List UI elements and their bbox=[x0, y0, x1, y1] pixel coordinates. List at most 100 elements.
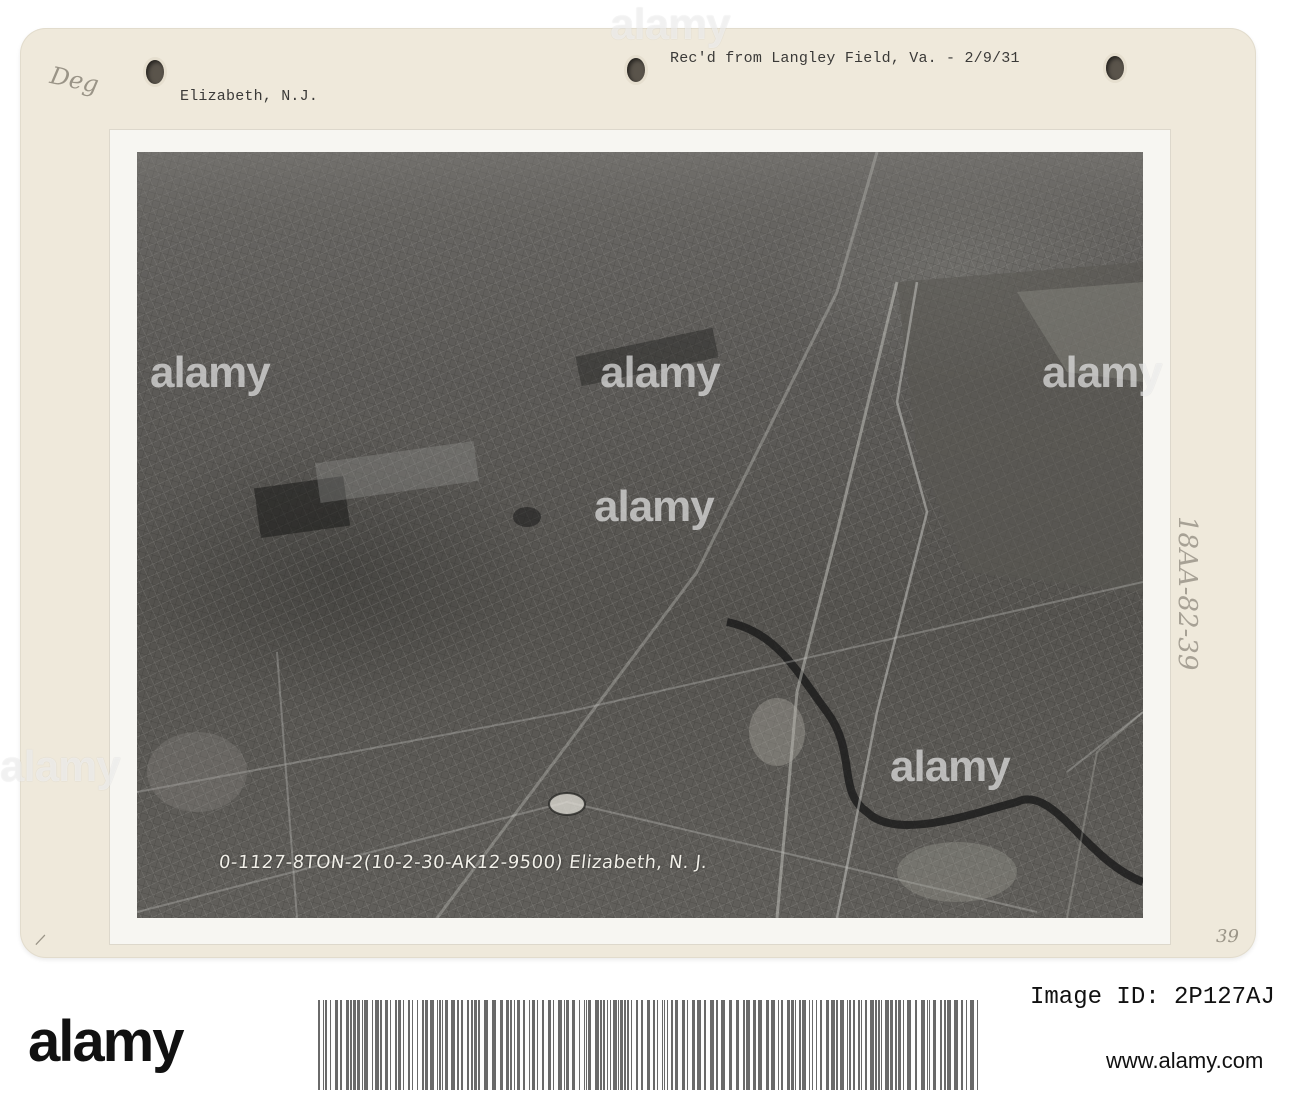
barcode-bar bbox=[915, 1000, 917, 1090]
barcode-bar bbox=[927, 1000, 928, 1090]
barcode-bar bbox=[375, 1000, 379, 1090]
barcode-bar bbox=[572, 1000, 575, 1090]
barcode-bar bbox=[566, 1000, 569, 1090]
barcode-bar bbox=[584, 1000, 585, 1090]
barcode-bar bbox=[881, 1000, 882, 1090]
barcode-bar bbox=[885, 1000, 889, 1090]
barcode-bar bbox=[398, 1000, 401, 1090]
pencil-tick-mark: \ bbox=[31, 931, 50, 948]
barcode-bar bbox=[484, 1000, 488, 1090]
barcode-bar bbox=[586, 1000, 587, 1090]
barcode-bar bbox=[849, 1000, 851, 1090]
barcode-bar bbox=[442, 1000, 443, 1090]
barcode-bar bbox=[812, 1000, 813, 1090]
barcode-bar bbox=[929, 1000, 930, 1090]
barcode-bar bbox=[595, 1000, 599, 1090]
barcode-bar bbox=[529, 1000, 530, 1090]
barcode-bar bbox=[430, 1000, 434, 1090]
barcode-bar bbox=[781, 1000, 783, 1090]
barcode-bar bbox=[445, 1000, 448, 1090]
barcode-bar bbox=[558, 1000, 562, 1090]
barcode-bar bbox=[548, 1000, 551, 1090]
barcode-bar bbox=[425, 1000, 428, 1090]
barcode-bar bbox=[736, 1000, 739, 1090]
barcode-bar bbox=[710, 1000, 714, 1090]
barcode-bar bbox=[816, 1000, 817, 1090]
barcode-bar bbox=[890, 1000, 893, 1090]
barcode-bar bbox=[461, 1000, 463, 1090]
watermark: alamy bbox=[890, 742, 1011, 791]
barcode-bar bbox=[492, 1000, 496, 1090]
watermark: alamy bbox=[1042, 348, 1163, 397]
barcode-bar bbox=[385, 1000, 388, 1090]
barcode-bar bbox=[346, 1000, 349, 1090]
barcode-bar bbox=[746, 1000, 750, 1090]
barcode-bar bbox=[514, 1000, 515, 1090]
barcode-bar bbox=[766, 1000, 769, 1090]
barcode-bar bbox=[380, 1000, 382, 1090]
punch-hole-right bbox=[1106, 56, 1124, 80]
barcode-bar bbox=[870, 1000, 874, 1090]
barcode-bar bbox=[500, 1000, 503, 1090]
barcode-bar bbox=[704, 1000, 706, 1090]
barcode-strip bbox=[318, 1000, 978, 1090]
watermark: alamy bbox=[0, 742, 121, 791]
barcode-bar bbox=[603, 1000, 605, 1090]
aerial-city-drawing bbox=[137, 152, 1143, 918]
watermark: alamy bbox=[594, 482, 715, 531]
barcode-bar bbox=[903, 1000, 904, 1090]
barcode-bar bbox=[372, 1000, 373, 1090]
barcode-bar bbox=[787, 1000, 790, 1090]
barcode-bar bbox=[478, 1000, 480, 1090]
barcode-bar bbox=[403, 1000, 404, 1090]
barcode-bar bbox=[471, 1000, 473, 1090]
barcode-bar bbox=[457, 1000, 459, 1090]
barcode-bar bbox=[350, 1000, 352, 1090]
barcode-bar bbox=[795, 1000, 796, 1090]
aerial-photograph: 0-1127-8TON-2(10-2-30-AK12-9500) Elizabe… bbox=[137, 152, 1143, 918]
barcode-bar bbox=[323, 1000, 324, 1090]
barcode-bar bbox=[325, 1000, 327, 1090]
barcode-bar bbox=[802, 1000, 806, 1090]
barcode-bar bbox=[875, 1000, 877, 1090]
barcode-bar bbox=[390, 1000, 391, 1090]
barcode-bar bbox=[517, 1000, 520, 1090]
pencil-page-number: 39 bbox=[1216, 926, 1239, 947]
barcode-bar bbox=[618, 1000, 619, 1090]
punch-hole-center bbox=[627, 58, 645, 82]
barcode-bar bbox=[947, 1000, 951, 1090]
barcode-bar bbox=[523, 1000, 525, 1090]
barcode-bar bbox=[437, 1000, 438, 1090]
footer-bar: alamy Image ID: 2P127AJ www.alamy.com bbox=[0, 978, 1300, 1114]
barcode-bar bbox=[966, 1000, 967, 1090]
barcode-bar bbox=[627, 1000, 629, 1090]
barcode-bar bbox=[716, 1000, 718, 1090]
barcode-bar bbox=[657, 1000, 658, 1090]
barcode-bar bbox=[820, 1000, 822, 1090]
barcode-bar bbox=[631, 1000, 632, 1090]
barcode-bar bbox=[624, 1000, 626, 1090]
barcode-bar bbox=[653, 1000, 655, 1090]
barcode-bar bbox=[620, 1000, 623, 1090]
barcode-bar bbox=[977, 1000, 978, 1090]
typed-location-label: Elizabeth, N.J. bbox=[180, 88, 319, 105]
barcode-bar bbox=[532, 1000, 535, 1090]
barcode-bar bbox=[895, 1000, 897, 1090]
barcode-bar bbox=[412, 1000, 413, 1090]
barcode-bar bbox=[600, 1000, 602, 1090]
barcode-bar bbox=[467, 1000, 469, 1090]
pencil-note-top-left: Deg bbox=[47, 61, 102, 99]
barcode-bar bbox=[340, 1000, 342, 1090]
photo-caption: 0-1127-8TON-2(10-2-30-AK12-9500) Elizabe… bbox=[217, 852, 709, 873]
barcode-bar bbox=[878, 1000, 880, 1090]
barcode-bar bbox=[641, 1000, 643, 1090]
barcode-bar bbox=[607, 1000, 608, 1090]
barcode-bar bbox=[729, 1000, 732, 1090]
barcode-bar bbox=[451, 1000, 455, 1090]
watermark: alamy bbox=[150, 348, 271, 397]
barcode-bar bbox=[579, 1000, 580, 1090]
barcode-bar bbox=[357, 1000, 360, 1090]
barcode-bar bbox=[564, 1000, 565, 1090]
watermark: alamy bbox=[600, 348, 721, 397]
barcode-bar bbox=[954, 1000, 958, 1090]
